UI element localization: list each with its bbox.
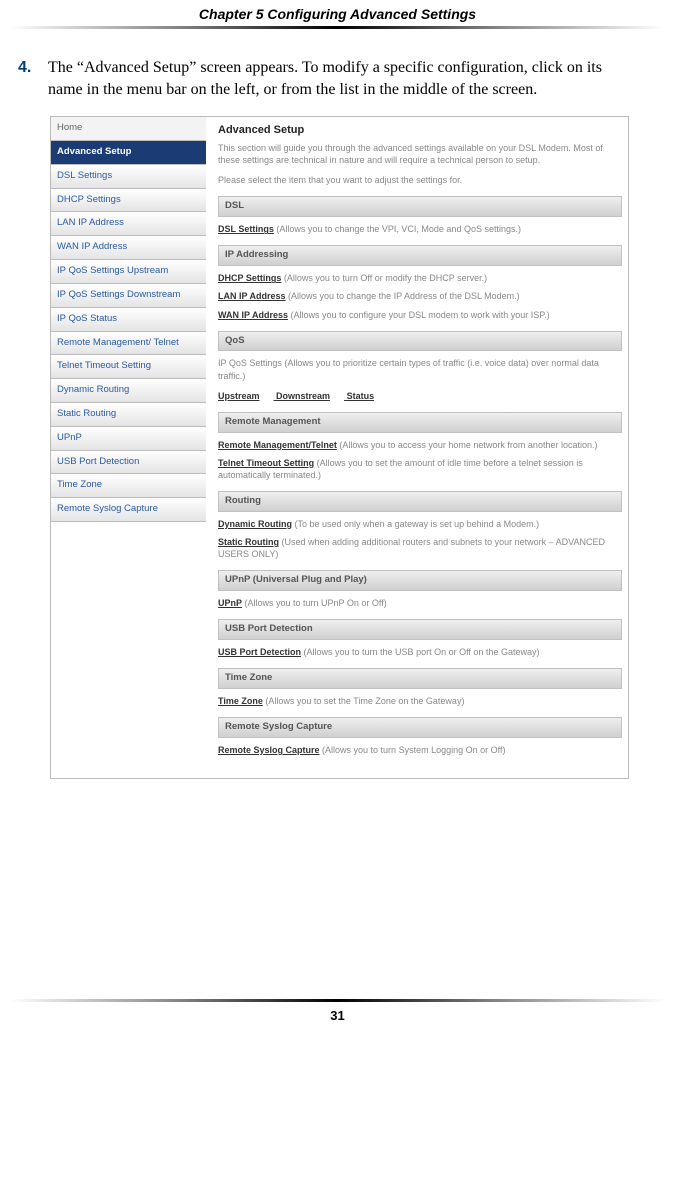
syslog-line: Remote Syslog Capture (Allows you to tur… (218, 744, 622, 756)
dsl-settings-line: DSL Settings (Allows you to change the V… (218, 223, 622, 235)
sidebar-item-wan-ip[interactable]: WAN IP Address (51, 236, 206, 260)
sidebar-item-syslog[interactable]: Remote Syslog Capture (51, 498, 206, 522)
section-head-remote: Remote Management (218, 412, 622, 433)
upnp-desc: (Allows you to turn UPnP On or Off) (242, 598, 387, 608)
sidebar-item-dhcp-settings[interactable]: DHCP Settings (51, 189, 206, 213)
step-number: 4. (18, 57, 48, 100)
dynamic-routing-desc: (To be used only when a gateway is set u… (292, 519, 539, 529)
upnp-line: UPnP (Allows you to turn UPnP On or Off) (218, 597, 622, 609)
lan-link[interactable]: LAN IP Address (218, 291, 286, 301)
dsl-settings-link[interactable]: DSL Settings (218, 224, 274, 234)
lan-desc: (Allows you to change the IP Address of … (286, 291, 520, 301)
section-head-ip: IP Addressing (218, 245, 622, 266)
page-header: Chapter 5 Configuring Advanced Settings (0, 0, 675, 26)
body-content: 4. The “Advanced Setup” screen appears. … (0, 29, 675, 779)
usb-line: USB Port Detection (Allows you to turn t… (218, 646, 622, 658)
section-head-upnp: UPnP (Universal Plug and Play) (218, 570, 622, 591)
telnet-timeout-link[interactable]: Telnet Timeout Setting (218, 458, 314, 468)
sidebar-item-qos-down[interactable]: IP QoS Settings Downstream (51, 284, 206, 308)
static-routing-link[interactable]: Static Routing (218, 537, 279, 547)
static-routing-line: Static Routing (Used when adding additio… (218, 536, 622, 560)
sidebar-item-home[interactable]: Home (51, 117, 206, 141)
syslog-desc: (Allows you to turn System Logging On or… (320, 745, 506, 755)
wan-link[interactable]: WAN IP Address (218, 310, 288, 320)
chapter-number: Chapter 5 (199, 6, 267, 22)
sidebar: Home Advanced Setup DSL Settings DHCP Se… (51, 117, 206, 778)
sidebar-item-time-zone[interactable]: Time Zone (51, 474, 206, 498)
upnp-link[interactable]: UPnP (218, 598, 242, 608)
usb-desc: (Allows you to turn the USB port On or O… (301, 647, 539, 657)
qos-links: Upstream Downstream Status (218, 390, 622, 402)
chapter-title: Configuring Advanced Settings (267, 6, 476, 22)
footer-blank (0, 779, 675, 999)
dhcp-desc: (Allows you to turn Off or modify the DH… (281, 273, 487, 283)
dynamic-routing-link[interactable]: Dynamic Routing (218, 519, 292, 529)
main-intro-1: This section will guide you through the … (218, 142, 622, 166)
qos-downstream-link[interactable]: Downstream (276, 391, 330, 401)
dhcp-line: DHCP Settings (Allows you to turn Off or… (218, 272, 622, 284)
main-intro-2: Please select the item that you want to … (218, 174, 622, 186)
sidebar-item-qos-up[interactable]: IP QoS Settings Upstream (51, 260, 206, 284)
sidebar-item-telnet-timeout[interactable]: Telnet Timeout Setting (51, 355, 206, 379)
sidebar-item-lan-ip[interactable]: LAN IP Address (51, 212, 206, 236)
remote-mgmt-line: Remote Management/Telnet (Allows you to … (218, 439, 622, 451)
screenshot-figure: Home Advanced Setup DSL Settings DHCP Se… (50, 116, 629, 779)
sidebar-item-qos-status[interactable]: IP QoS Status (51, 308, 206, 332)
wan-desc: (Allows you to configure your DSL modem … (288, 310, 550, 320)
dsl-settings-desc: (Allows you to change the VPI, VCI, Mode… (274, 224, 521, 234)
qos-desc: IP QoS Settings (Allows you to prioritiz… (218, 357, 622, 381)
qos-status-link[interactable]: Status (347, 391, 375, 401)
step-row: 4. The “Advanced Setup” screen appears. … (18, 57, 639, 100)
sidebar-item-dynamic-routing[interactable]: Dynamic Routing (51, 379, 206, 403)
section-head-syslog: Remote Syslog Capture (218, 717, 622, 738)
sidebar-item-upnp[interactable]: UPnP (51, 427, 206, 451)
section-head-dsl: DSL (218, 196, 622, 217)
dhcp-link[interactable]: DHCP Settings (218, 273, 281, 283)
dynamic-routing-line: Dynamic Routing (To be used only when a … (218, 518, 622, 530)
remote-mgmt-desc: (Allows you to access your home network … (337, 440, 598, 450)
syslog-link[interactable]: Remote Syslog Capture (218, 745, 320, 755)
sidebar-item-dsl-settings[interactable]: DSL Settings (51, 165, 206, 189)
wan-line: WAN IP Address (Allows you to configure … (218, 309, 622, 321)
main-panel: Advanced Setup This section will guide y… (206, 117, 628, 778)
remote-mgmt-link[interactable]: Remote Management/Telnet (218, 440, 337, 450)
section-head-qos: QoS (218, 331, 622, 352)
section-head-tz: Time Zone (218, 668, 622, 689)
sidebar-item-remote-mgmt[interactable]: Remote Management/ Telnet (51, 332, 206, 356)
tz-line: Time Zone (Allows you to set the Time Zo… (218, 695, 622, 707)
tz-link[interactable]: Time Zone (218, 696, 263, 706)
usb-link[interactable]: USB Port Detection (218, 647, 301, 657)
sidebar-item-static-routing[interactable]: Static Routing (51, 403, 206, 427)
tz-desc: (Allows you to set the Time Zone on the … (263, 696, 465, 706)
sidebar-item-advanced-setup[interactable]: Advanced Setup (51, 141, 206, 165)
sidebar-item-usb[interactable]: USB Port Detection (51, 451, 206, 475)
qos-upstream-link[interactable]: Upstream (218, 391, 260, 401)
lan-line: LAN IP Address (Allows you to change the… (218, 290, 622, 302)
step-text: The “Advanced Setup” screen appears. To … (48, 57, 639, 100)
page-number: 31 (0, 1002, 675, 1035)
section-head-routing: Routing (218, 491, 622, 512)
section-head-usb: USB Port Detection (218, 619, 622, 640)
telnet-timeout-line: Telnet Timeout Setting (Allows you to se… (218, 457, 622, 481)
main-title: Advanced Setup (218, 123, 622, 138)
